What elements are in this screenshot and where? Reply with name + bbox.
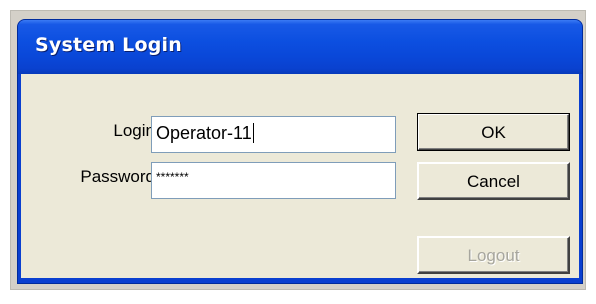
window-title: System Login <box>35 34 182 56</box>
logout-button[interactable]: Logout <box>417 236 570 274</box>
dialog-client-area: Login Operator-11 Password ******* OK Ca… <box>21 74 579 278</box>
password-input[interactable]: ******* <box>151 162 396 199</box>
cancel-button-label: Cancel <box>467 172 520 191</box>
login-label: Login <box>113 121 155 140</box>
cancel-button[interactable]: Cancel <box>417 162 570 200</box>
password-label: Password <box>80 167 155 186</box>
text-caret <box>252 123 254 143</box>
logout-button-label: Logout <box>467 246 520 265</box>
login-input-value: Operator-11 <box>156 123 252 143</box>
ok-button[interactable]: OK <box>417 113 570 151</box>
login-input[interactable]: Operator-11 <box>151 116 396 153</box>
title-bar[interactable]: System Login <box>18 20 582 74</box>
login-dialog: System Login Login Operator-11 Password … <box>17 19 583 284</box>
ok-button-label: OK <box>481 123 506 142</box>
password-input-value: ******* <box>156 170 189 184</box>
